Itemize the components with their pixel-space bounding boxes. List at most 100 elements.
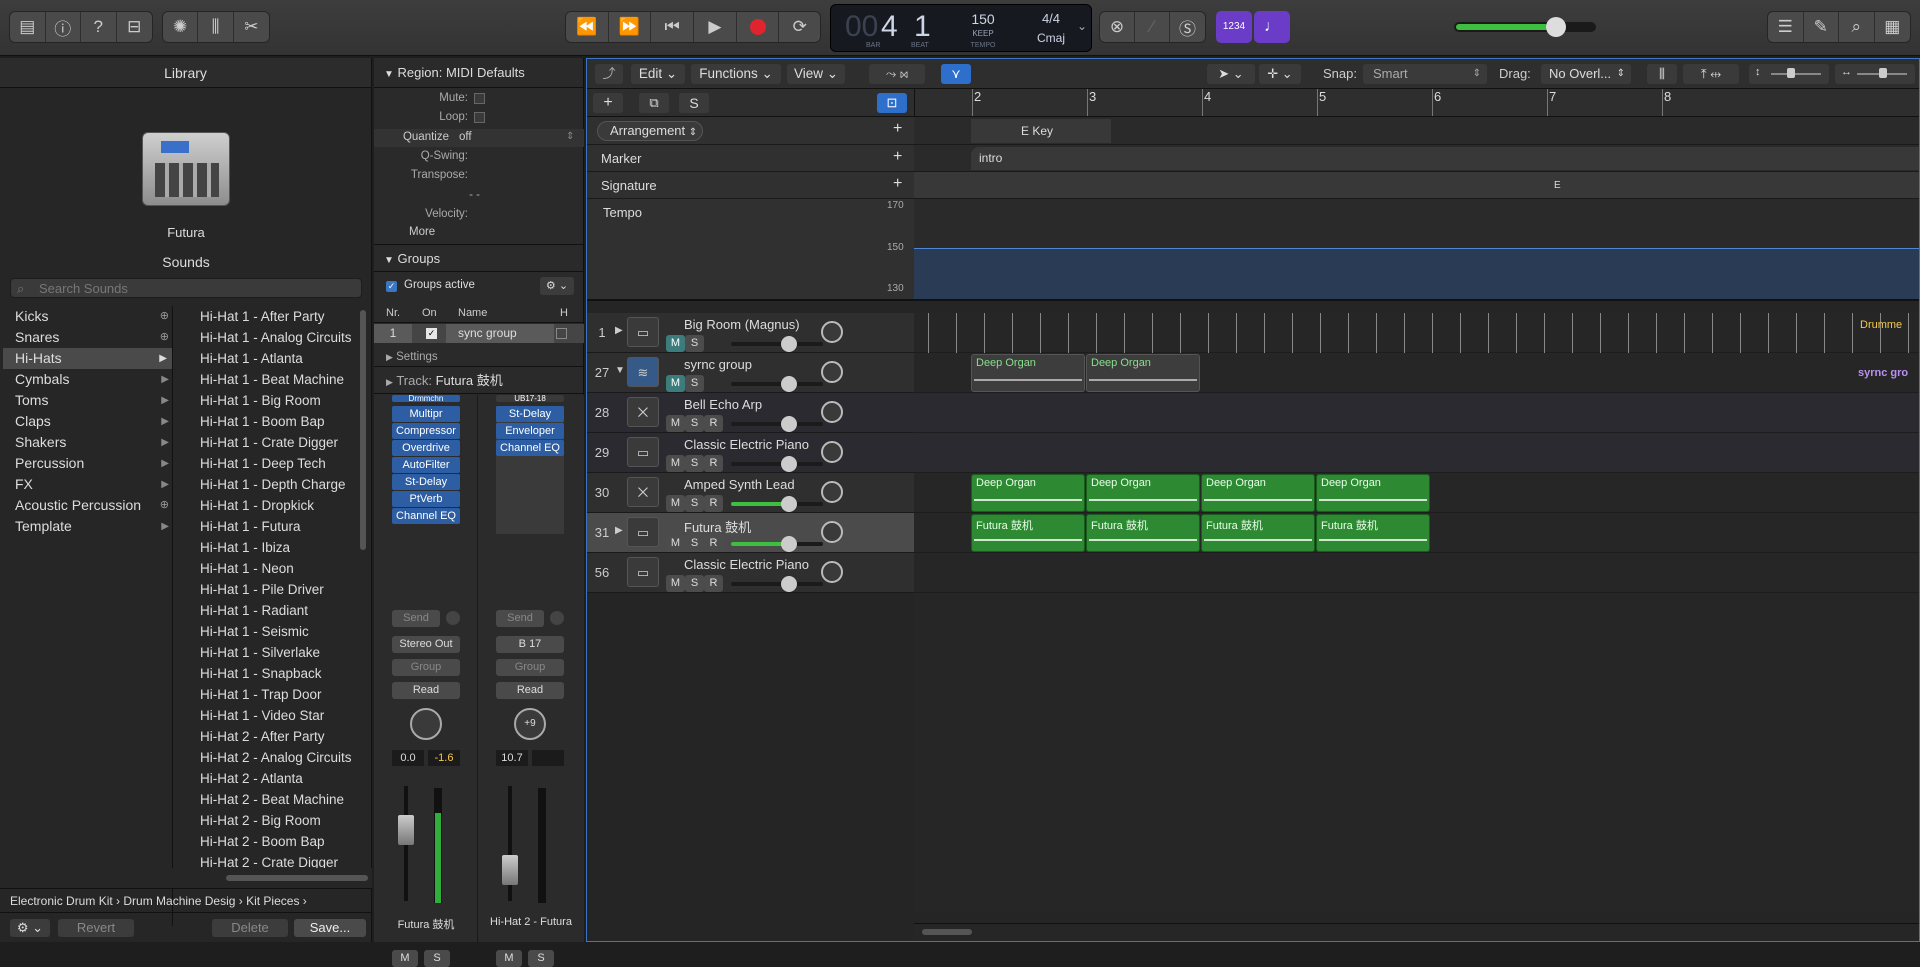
more-button[interactable]: More — [409, 226, 435, 238]
sound-item[interactable]: Hi-Hat 2 - Boom Bap — [200, 831, 325, 852]
region[interactable]: Deep Organ — [1201, 474, 1315, 512]
track-icon[interactable]: ▭ — [627, 557, 659, 587]
breadcrumb-item[interactable]: Kit Pieces — [246, 894, 299, 908]
drag-select[interactable]: No Overl... ⇕ — [1541, 64, 1631, 84]
track-header[interactable]: 30 ⨉ Amped Synth Lead M S R — [587, 473, 914, 513]
mute-button[interactable]: M — [666, 375, 685, 392]
key-region[interactable]: E Key — [971, 119, 1111, 143]
region[interactable]: Deep Organ — [1086, 474, 1200, 512]
track-icon[interactable]: ⨉ — [627, 477, 659, 507]
plugin-slot[interactable]: Channel EQ — [392, 508, 460, 524]
volume-slider[interactable] — [731, 456, 823, 472]
solo-button[interactable]: S — [685, 375, 704, 392]
mixer-icon[interactable]: ⫼ — [198, 12, 234, 42]
functions-menu[interactable]: Functions ⌄ — [691, 64, 781, 84]
play-icon[interactable]: ▶ — [694, 12, 737, 42]
drummer-region[interactable] — [914, 313, 1919, 353]
sound-item[interactable]: Hi-Hat 2 - Big Room — [200, 810, 321, 831]
track-lane[interactable] — [914, 433, 1919, 473]
cycle-icon[interactable]: ⟳ — [779, 12, 820, 42]
quick-help-icon[interactable]: ? — [81, 12, 117, 42]
fit-icon[interactable]: ⤒ ⇹ — [1683, 64, 1739, 84]
mute-checkbox[interactable] — [474, 93, 485, 104]
pan-knob[interactable] — [821, 361, 843, 383]
region[interactable]: Deep Organ — [971, 474, 1085, 512]
count-in-button[interactable]: 1234 — [1216, 11, 1252, 43]
disclosure-down-icon[interactable]: ▼ — [615, 365, 625, 376]
track-header[interactable]: ▶ Track: Futura 鼓机 — [374, 368, 584, 394]
mute-button[interactable]: M — [666, 335, 685, 352]
send-knob[interactable] — [446, 611, 460, 625]
plugin-slot[interactable]: AutoFilter — [392, 457, 460, 473]
region[interactable]: Futura 鼓机 — [1086, 514, 1200, 552]
track-icon[interactable]: ▭ — [627, 437, 659, 467]
arrangement-select[interactable]: Arrangement ⇕ — [597, 121, 703, 141]
sound-item[interactable]: Hi-Hat 1 - Crate Digger — [200, 432, 338, 453]
solo-button[interactable]: S — [685, 415, 704, 432]
solo-button[interactable]: S — [685, 575, 704, 592]
record-enable-button[interactable]: R — [704, 495, 723, 512]
send-knob[interactable] — [550, 611, 564, 625]
group-row[interactable]: 1 ✓ sync group — [374, 324, 584, 343]
fast-forward-icon[interactable]: ⏩ — [609, 12, 652, 42]
pan-knob[interactable]: +9 — [514, 708, 546, 740]
mute-button[interactable]: M — [666, 455, 685, 472]
horizontal-scrollbar[interactable] — [922, 929, 972, 935]
solo-button[interactable]: S — [685, 335, 704, 352]
mute-button[interactable]: M — [666, 415, 685, 432]
mute-button[interactable]: M — [666, 575, 685, 592]
back-icon[interactable]: ⤴ — [595, 64, 623, 84]
quantize-row[interactable]: Quantize off ⇕ — [374, 129, 584, 147]
sound-item[interactable]: Hi-Hat 1 - Neon — [200, 558, 294, 579]
track-icon[interactable]: ▭ — [627, 517, 659, 547]
sound-item[interactable]: Hi-Hat 1 - Radiant — [200, 600, 308, 621]
add-arrangement-icon[interactable]: + — [893, 120, 902, 138]
groups-header[interactable]: ▼ Groups — [374, 244, 584, 272]
group-hide-checkbox[interactable] — [556, 328, 567, 339]
volume-slider[interactable] — [731, 536, 823, 552]
flex-icon[interactable]: ⋎ — [941, 64, 971, 84]
track-icon[interactable]: ⨉ — [627, 397, 659, 427]
view-menu[interactable]: View ⌄ — [787, 64, 845, 84]
tempo-line[interactable] — [914, 248, 1919, 299]
track-name[interactable]: Classic Electric Piano — [684, 557, 809, 572]
output-slot[interactable]: Stereo Out — [392, 636, 460, 653]
plugin-slot[interactable]: Drmmchn — [392, 395, 460, 402]
sound-item[interactable]: Hi-Hat 1 - Futura — [200, 516, 301, 537]
toolbar-icon[interactable]: ⊟ — [117, 12, 152, 42]
automation-icon[interactable]: ⤳ ⋈ — [869, 64, 925, 84]
sound-item[interactable]: Hi-Hat 1 - After Party — [200, 306, 325, 327]
sound-item[interactable]: Hi-Hat 1 - Ibiza — [200, 537, 290, 558]
sound-item[interactable]: Hi-Hat 1 - Depth Charge — [200, 474, 346, 495]
mute-button[interactable]: M — [666, 495, 685, 512]
add-signature-icon[interactable]: + — [893, 175, 902, 193]
vertical-zoom-slider[interactable]: ↕ — [1749, 64, 1829, 84]
sound-item[interactable]: Hi-Hat 2 - Beat Machine — [200, 789, 344, 810]
pan-knob[interactable] — [821, 561, 843, 583]
sound-item[interactable]: Hi-Hat 1 - Trap Door — [200, 684, 322, 705]
send-slot[interactable]: Send — [496, 610, 544, 627]
volume-slider[interactable] — [731, 416, 823, 432]
plugin-slot[interactable]: PtVerb — [392, 491, 460, 507]
region[interactable]: Deep Organ — [1086, 354, 1200, 392]
plugin-slot[interactable]: St-Delay — [496, 406, 564, 422]
region[interactable]: Deep Organ — [971, 354, 1085, 392]
solo-button[interactable]: S — [528, 950, 554, 967]
automation-mode[interactable]: Read — [392, 682, 460, 699]
sound-item[interactable]: Hi-Hat 1 - Deep Tech — [200, 453, 326, 474]
sound-item[interactable]: Hi-Hat 1 - Snapback — [200, 663, 322, 684]
marker-intro[interactable]: intro — [971, 147, 1919, 170]
sounds-hscrollbar[interactable] — [226, 875, 368, 881]
track-name[interactable]: syrnc group — [684, 357, 752, 372]
loop-checkbox[interactable] — [474, 112, 485, 123]
sound-item[interactable]: Hi-Hat 2 - After Party — [200, 726, 325, 747]
region-header[interactable]: ▼ Region: MIDI Defaults — [374, 58, 584, 88]
record-enable-button[interactable]: R — [704, 575, 723, 592]
sound-item[interactable]: Hi-Hat 1 - Seismic — [200, 621, 309, 642]
plugin-slot[interactable]: Multipr — [392, 406, 460, 422]
global-solo-button[interactable]: S — [679, 93, 709, 113]
sound-item[interactable]: Hi-Hat 2 - Analog Circuits — [200, 747, 352, 768]
pointer-tool-icon[interactable]: ➤ ⌄ — [1207, 64, 1255, 84]
track-name[interactable]: Bell Echo Arp — [684, 397, 762, 412]
fader-cap[interactable] — [398, 815, 414, 845]
